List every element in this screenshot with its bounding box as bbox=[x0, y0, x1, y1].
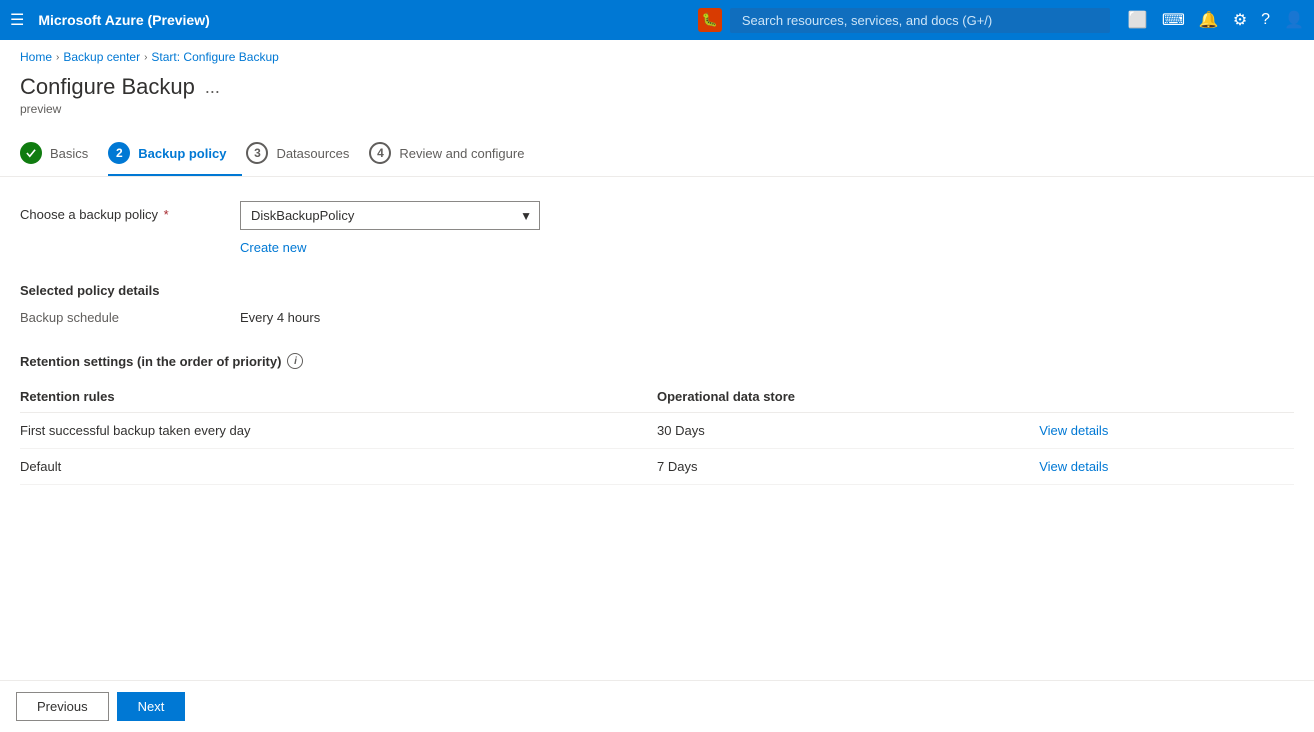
col-actions bbox=[1039, 381, 1294, 413]
policy-details-title: Selected policy details bbox=[20, 283, 1294, 298]
tab-circle-datasources: 3 bbox=[246, 142, 268, 164]
nav-icons: ⬜ ⌨ 🔔 ⚙ ? 👤 bbox=[1128, 10, 1304, 30]
backup-policy-dropdown-wrapper: DiskBackupPolicy ▼ bbox=[240, 201, 540, 230]
action-cell-1: View details bbox=[1039, 413, 1294, 449]
bug-icon[interactable]: 🐛 bbox=[698, 8, 722, 32]
view-details-link-1[interactable]: View details bbox=[1039, 423, 1108, 438]
app-title: Microsoft Azure (Preview) bbox=[38, 12, 690, 28]
retention-table: Retention rules Operational data store F… bbox=[20, 381, 1294, 485]
tab-datasources[interactable]: 3 Datasources bbox=[246, 134, 365, 176]
breadcrumb-sep-2: › bbox=[144, 52, 147, 63]
backup-schedule-value: Every 4 hours bbox=[240, 310, 320, 325]
rule-cell-2: Default bbox=[20, 449, 657, 485]
help-icon[interactable]: ? bbox=[1261, 11, 1270, 29]
tab-label-basics: Basics bbox=[50, 146, 88, 161]
col-operational-data-store: Operational data store bbox=[657, 381, 1039, 413]
tab-review[interactable]: 4 Review and configure bbox=[369, 134, 540, 176]
next-button[interactable]: Next bbox=[117, 692, 186, 721]
table-row: First successful backup taken every day … bbox=[20, 413, 1294, 449]
main-content: Choose a backup policy * DiskBackupPolic… bbox=[0, 177, 1314, 509]
retention-header: Retention settings (in the order of prio… bbox=[20, 353, 1294, 369]
tab-label-review: Review and configure bbox=[399, 146, 524, 161]
cloud-shell-icon[interactable]: ⌨ bbox=[1162, 10, 1185, 30]
backup-schedule-row: Backup schedule Every 4 hours bbox=[20, 310, 1294, 325]
retention-table-header-row: Retention rules Operational data store bbox=[20, 381, 1294, 413]
view-details-link-2[interactable]: View details bbox=[1039, 459, 1108, 474]
backup-policy-control: DiskBackupPolicy ▼ bbox=[240, 201, 540, 230]
table-row: Default 7 Days View details bbox=[20, 449, 1294, 485]
notifications-icon[interactable]: 🔔 bbox=[1199, 10, 1219, 30]
retention-title: Retention settings (in the order of prio… bbox=[20, 354, 281, 369]
info-icon[interactable]: i bbox=[287, 353, 303, 369]
page-more-button[interactable]: ... bbox=[205, 77, 220, 98]
tab-circle-backup-policy: 2 bbox=[108, 142, 130, 164]
bottom-bar: Previous Next bbox=[0, 680, 1314, 732]
retention-table-body: First successful backup taken every day … bbox=[20, 413, 1294, 485]
retention-table-head: Retention rules Operational data store bbox=[20, 381, 1294, 413]
tab-basics[interactable]: Basics bbox=[20, 134, 104, 176]
account-icon[interactable]: 👤 bbox=[1284, 10, 1304, 30]
data-store-cell-2: 7 Days bbox=[657, 449, 1039, 485]
action-cell-2: View details bbox=[1039, 449, 1294, 485]
col-retention-rules: Retention rules bbox=[20, 381, 657, 413]
tabs: Basics 2 Backup policy 3 Datasources 4 R… bbox=[0, 116, 1314, 177]
breadcrumb-backup-center[interactable]: Backup center bbox=[63, 50, 140, 64]
backup-policy-row: Choose a backup policy * DiskBackupPolic… bbox=[20, 201, 1294, 230]
breadcrumb: Home › Backup center › Start: Configure … bbox=[0, 40, 1314, 70]
create-new-link[interactable]: Create new bbox=[240, 240, 306, 255]
previous-button[interactable]: Previous bbox=[16, 692, 109, 721]
tab-backup-policy[interactable]: 2 Backup policy bbox=[108, 134, 242, 176]
page-subtitle: preview bbox=[0, 100, 1314, 116]
tab-label-datasources: Datasources bbox=[276, 146, 349, 161]
backup-policy-select[interactable]: DiskBackupPolicy bbox=[240, 201, 540, 230]
page-header: Configure Backup ... bbox=[0, 70, 1314, 100]
feedback-icon[interactable]: ⬜ bbox=[1128, 10, 1148, 30]
breadcrumb-sep-1: › bbox=[56, 52, 59, 63]
tab-label-backup-policy: Backup policy bbox=[138, 146, 226, 161]
tab-circle-review: 4 bbox=[369, 142, 391, 164]
tab-circle-basics bbox=[20, 142, 42, 164]
page-title: Configure Backup bbox=[20, 74, 195, 100]
hamburger-icon[interactable]: ☰ bbox=[10, 10, 24, 30]
rule-cell-1: First successful backup taken every day bbox=[20, 413, 657, 449]
backup-schedule-label: Backup schedule bbox=[20, 310, 240, 325]
top-nav: ☰ Microsoft Azure (Preview) 🐛 ⬜ ⌨ 🔔 ⚙ ? … bbox=[0, 0, 1314, 40]
required-star: * bbox=[164, 207, 169, 222]
data-store-cell-1: 30 Days bbox=[657, 413, 1039, 449]
breadcrumb-configure-backup[interactable]: Start: Configure Backup bbox=[151, 50, 278, 64]
breadcrumb-home[interactable]: Home bbox=[20, 50, 52, 64]
settings-icon[interactable]: ⚙ bbox=[1233, 10, 1247, 30]
search-input[interactable] bbox=[730, 8, 1110, 33]
backup-policy-label: Choose a backup policy * bbox=[20, 201, 240, 222]
